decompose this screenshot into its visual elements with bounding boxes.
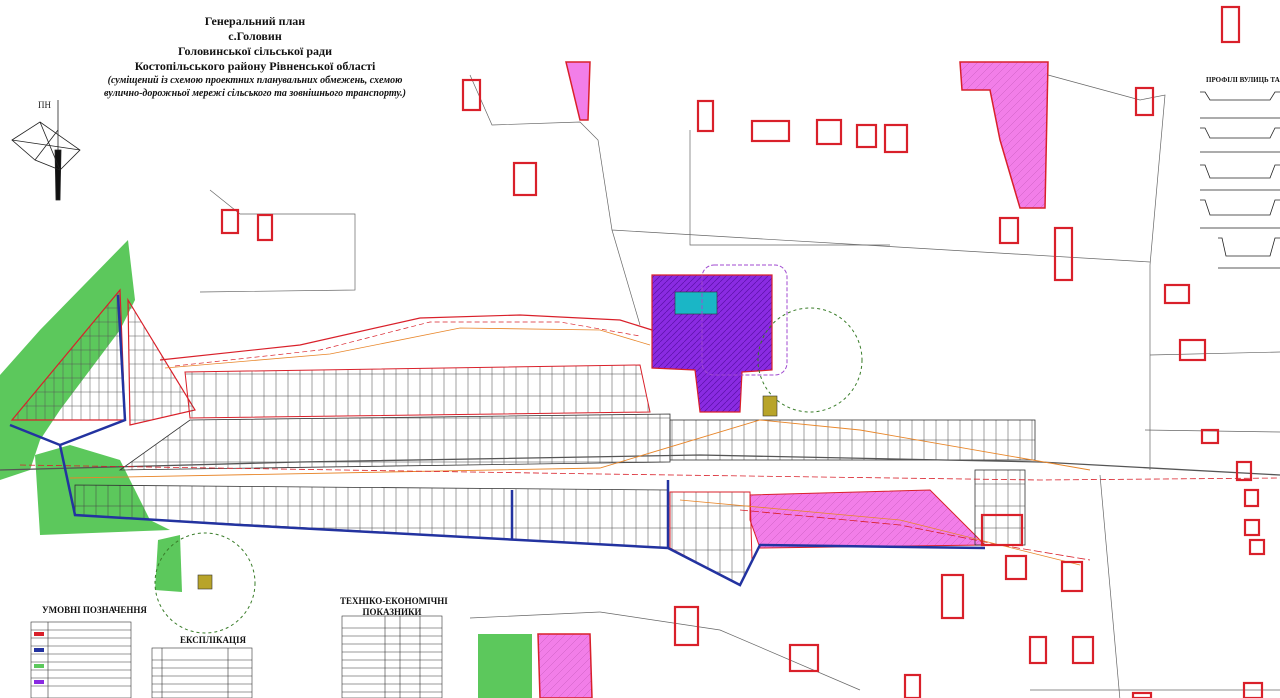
orange-road-north: [164, 327, 651, 369]
field-line-11: [469, 611, 601, 619]
title-line-2: с.Головин: [228, 29, 282, 43]
explication-title: ЕКСПЛІКАЦІЯ: [180, 635, 247, 645]
cyan-block: [674, 291, 718, 315]
tech-economic-table: [341, 615, 443, 698]
north-arrow-icon: [11, 100, 81, 201]
tech-economic-title: ТЕХНІКО-ЕКОНОМІЧНІ ПОКАЗНИКИ: [340, 596, 448, 618]
field-line-5: [199, 189, 356, 293]
pink-zone-north: [565, 61, 591, 121]
title-note-2: вулично-дорожньої мережі сільського та з…: [103, 88, 407, 99]
red-boundary-north-2: [174, 321, 641, 367]
field-line-6: [1099, 474, 1121, 698]
field-line-9: [1149, 351, 1280, 356]
green-zone-bottom: [478, 634, 532, 698]
title-line-3: Головинської сільської ради: [177, 44, 333, 58]
olive-marker-south: [197, 574, 213, 590]
street-profiles: [1200, 91, 1280, 269]
title-note-1: (суміщений із схемою проектних плануваль…: [107, 75, 403, 86]
settlement-north-band: [184, 364, 651, 419]
plan-title-block: Генеральний план с.Головин Головинської …: [90, 14, 420, 100]
legend-table: [30, 621, 132, 698]
tech-economic-title-line-2: ПОКАЗНИКИ: [362, 607, 422, 617]
field-line-1: [469, 74, 1151, 263]
olive-marker-east: [762, 395, 778, 417]
pink-zone-ne: [959, 61, 1049, 209]
legend-title: УМОВНІ ПОЗНАЧЕННЯ: [42, 605, 147, 615]
pink-zone-east-industrial: [749, 489, 987, 549]
settlement-east-band: [669, 419, 1036, 461]
profiles-title: ПРОФІЛІ ВУЛИЦЬ ТА ДОРІГ: [1206, 76, 1280, 84]
field-line-10: [599, 611, 861, 691]
title-line-4: Костопільського району Рівненської облас…: [134, 59, 376, 73]
red-boundary-north: [159, 314, 653, 361]
field-line-4: [1047, 74, 1166, 266]
west-settlement-right: [127, 297, 196, 426]
tech-economic-title-line-1: ТЕХНІКО-ЕКОНОМІЧНІ: [340, 596, 448, 606]
explication-table: [151, 647, 253, 698]
title-line-1: Генеральний план: [204, 14, 306, 28]
general-plan-map: [0, 5, 1280, 698]
field-line-2: [611, 229, 641, 326]
settlement-south-band: [74, 484, 669, 549]
settlement-central-band: [118, 413, 671, 471]
north-label: ПН: [38, 100, 51, 110]
pink-zone-bottom: [537, 633, 593, 698]
